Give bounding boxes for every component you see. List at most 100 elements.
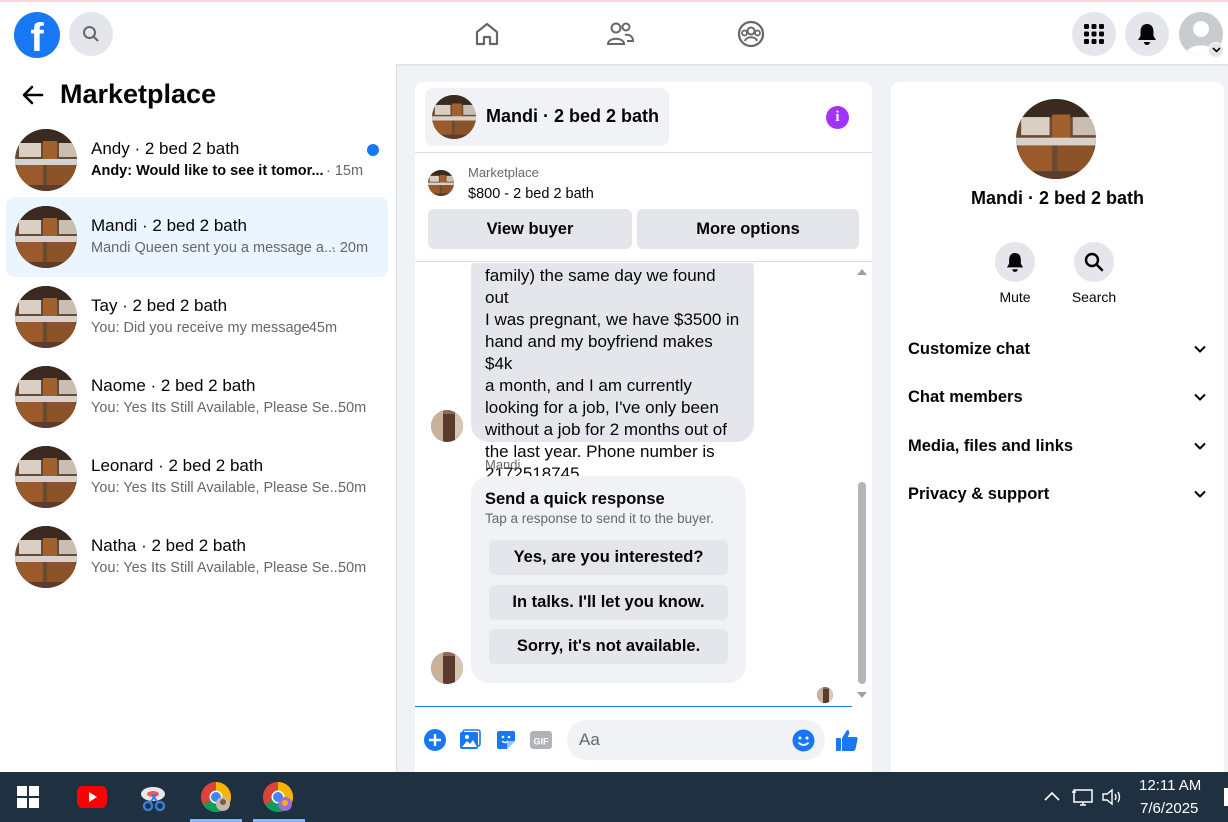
message-line: looking for a job, I've only been — [485, 398, 719, 417]
conversation-item[interactable]: Leonard · 2 bed 2 bath You: Yes Its Stil… — [6, 437, 388, 517]
chat-members-section[interactable]: Chat members — [908, 383, 1208, 413]
view-buyer-button[interactable]: View buyer — [428, 209, 632, 249]
mute-button[interactable]: Mute — [975, 242, 1055, 305]
chat-title: Mandi · 2 bed 2 bath — [486, 106, 660, 126]
youtube-icon — [77, 786, 107, 808]
emoji-icon — [792, 729, 814, 751]
menu-grid-icon — [1084, 24, 1104, 44]
windows-logo-icon — [17, 786, 39, 808]
conversation-title: Natha · 2 bed 2 bath — [91, 536, 247, 555]
conversation-preview: Mandi Queen sent you a message a... — [91, 240, 337, 256]
listing-thumbnail — [428, 170, 454, 196]
conversation-time: · 20m — [331, 240, 369, 256]
listing-thumbnail — [15, 526, 77, 588]
conversation-item[interactable]: Mandi · 2 bed 2 bath Mandi Queen sent yo… — [6, 197, 388, 277]
more-actions-button[interactable] — [423, 728, 447, 752]
message-list: family) the same day we found out I was … — [415, 263, 872, 706]
chrome-icon — [262, 782, 294, 813]
gif-button[interactable]: GIF — [529, 728, 553, 752]
snipping-tool-taskbar-button[interactable] — [137, 780, 171, 814]
start-button[interactable] — [11, 780, 45, 814]
conversation-item[interactable]: Andy · 2 bed 2 bath Andy: Would like to … — [6, 120, 388, 200]
chrome-taskbar-button-1[interactable] — [199, 780, 233, 814]
search-label: Search — [1071, 289, 1117, 305]
top-navigation-bar: f — [0, 0, 1228, 64]
sender-avatar[interactable] — [431, 652, 463, 684]
chat-title-button[interactable]: Mandi · 2 bed 2 bath — [425, 88, 669, 146]
conversation-title: Naome · 2 bed 2 bath — [91, 376, 256, 395]
listing-thumbnail — [15, 366, 77, 428]
quick-response-not-available-button[interactable]: Sorry, it's not available. — [489, 629, 728, 664]
media-files-links-section[interactable]: Media, files and links — [908, 432, 1208, 462]
volume-icon[interactable] — [1101, 786, 1123, 808]
account-chevron[interactable] — [1208, 42, 1224, 58]
chevron-down-icon — [1194, 345, 1206, 353]
groups-tab[interactable] — [735, 18, 767, 50]
info-icon[interactable]: i — [826, 106, 849, 129]
conversation-time: · 15m — [326, 163, 364, 179]
chevron-down-icon — [1211, 47, 1221, 53]
clock-time[interactable]: 12:11 AM — [1139, 777, 1201, 794]
sender-avatar[interactable] — [431, 410, 463, 442]
friends-icon — [606, 22, 635, 45]
scroll-up-arrow-icon[interactable] — [856, 268, 868, 276]
menu-button[interactable] — [1072, 12, 1116, 56]
search-icon — [1084, 252, 1104, 272]
conversation-title: Tay · 2 bed 2 bath — [91, 296, 228, 315]
message-input[interactable] — [567, 720, 825, 760]
emoji-button[interactable] — [791, 728, 815, 752]
notifications-button[interactable] — [1125, 12, 1169, 56]
conversation-preview: Andy: Would like to see it tomor... — [91, 163, 324, 179]
conversation-time: 50m — [338, 400, 367, 416]
sender-name: Mandi — [485, 457, 521, 472]
section-label: Privacy & support — [908, 485, 1050, 503]
conversation-preview: You: Yes Its Still Available, Please Se.… — [91, 480, 342, 496]
privacy-support-section[interactable]: Privacy & support — [908, 480, 1208, 510]
search-icon — [83, 26, 99, 42]
conversation-item[interactable]: Naome · 2 bed 2 bath You: Yes Its Still … — [6, 357, 388, 437]
message-line: hand and my boyfriend makes $4k — [485, 332, 713, 373]
search-in-chat-button[interactable]: Search — [1054, 242, 1134, 305]
search-button[interactable] — [69, 12, 113, 56]
more-options-button[interactable]: More options — [637, 209, 859, 249]
marketplace-inbox: Marketplace Andy · 2 bed 2 bath Andy: Wo… — [0, 64, 397, 772]
plus-circle-icon — [424, 729, 446, 751]
svg-text:GIF: GIF — [534, 737, 550, 747]
chevron-up-icon[interactable] — [1041, 786, 1063, 808]
chat-header: Mandi · 2 bed 2 bath i — [415, 82, 872, 153]
back-button[interactable] — [20, 82, 48, 110]
chat-details-panel: Mandi · 2 bed 2 bath Mute Search Customi… — [891, 82, 1224, 772]
message-bubble: family) the same day we found out I was … — [471, 263, 754, 483]
chat-window: Mandi · 2 bed 2 bath i Marketplace $800 … — [415, 82, 872, 772]
listing-thumbnail — [15, 206, 77, 268]
bell-icon — [1006, 253, 1024, 272]
facebook-logo[interactable]: f — [14, 12, 60, 58]
friends-tab[interactable] — [604, 18, 636, 50]
attach-photo-button[interactable] — [458, 728, 482, 752]
clock-date[interactable]: 7/6/2025 — [1140, 800, 1198, 817]
quick-response-title: Send a quick response — [485, 490, 665, 508]
message-line: without a job for 2 months out of — [485, 420, 727, 439]
customize-chat-section[interactable]: Customize chat — [908, 335, 1208, 365]
conversation-item[interactable]: Natha · 2 bed 2 bath You: Yes Its Still … — [6, 517, 388, 597]
home-tab[interactable] — [471, 18, 503, 50]
chat-scrollbar-thumb[interactable] — [858, 482, 866, 684]
quick-response-card: Send a quick response Tap a response to … — [471, 476, 746, 683]
conversation-item[interactable]: Tay · 2 bed 2 bath You: Did you receive … — [6, 277, 388, 357]
quick-response-yes-button[interactable]: Yes, are you interested? — [489, 540, 728, 575]
mute-label: Mute — [999, 289, 1031, 305]
section-label: Customize chat — [908, 340, 1030, 358]
section-label: Media, files and links — [908, 437, 1074, 455]
youtube-taskbar-button[interactable] — [75, 780, 109, 814]
network-icon[interactable] — [1072, 786, 1094, 808]
listing-thumbnail — [15, 286, 77, 348]
scroll-down-arrow-icon[interactable] — [856, 691, 868, 699]
quick-response-in-talks-button[interactable]: In talks. I'll let you know. — [489, 585, 728, 620]
scissors-icon — [141, 787, 166, 812]
sticker-button[interactable] — [494, 728, 518, 752]
photo-icon — [460, 729, 481, 749]
like-send-button[interactable] — [835, 728, 859, 752]
conversation-preview: You: Yes Its Still Available, Please Se.… — [91, 400, 342, 416]
show-desktop-button[interactable] — [1224, 788, 1228, 806]
chrome-taskbar-button-2[interactable] — [261, 780, 295, 814]
